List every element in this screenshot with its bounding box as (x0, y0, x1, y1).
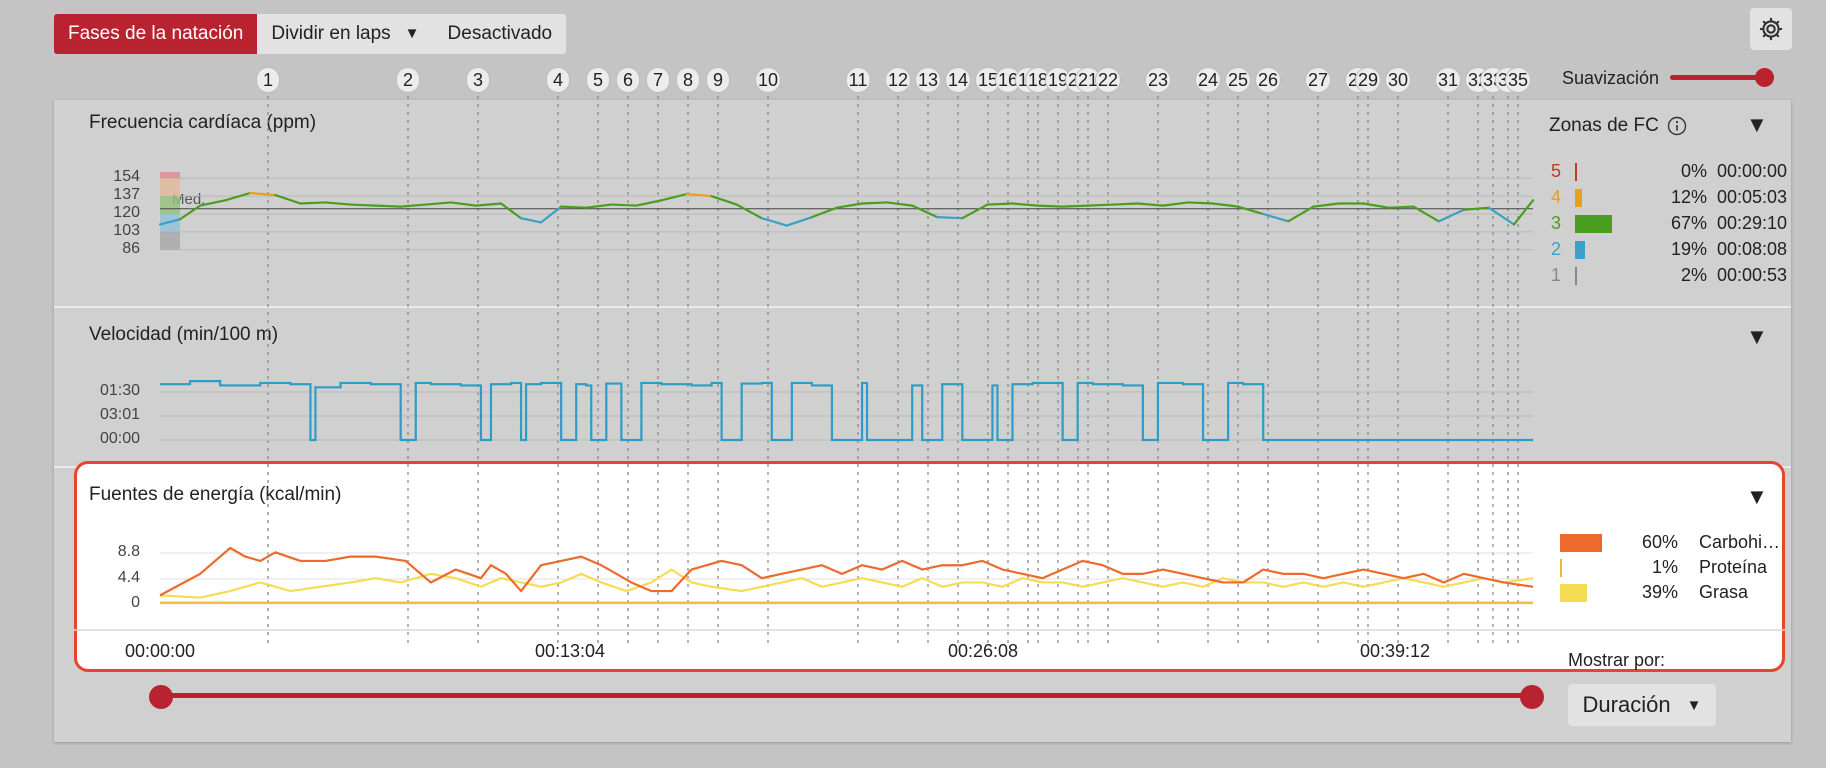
hr-line-segment (474, 202, 503, 207)
range-start-handle[interactable] (149, 685, 173, 709)
hr-line-segment (610, 203, 638, 207)
hr-line-segment (1161, 201, 1190, 207)
hr-line-segment (911, 204, 939, 219)
hr-line-segment (1387, 205, 1415, 209)
hr-line-segment (835, 202, 864, 209)
hr-line-segment (324, 201, 352, 206)
hr-line-segment (399, 203, 427, 208)
hr-zone-band (160, 172, 180, 179)
hr-line-segment (374, 204, 402, 208)
hr-line-segment (499, 202, 523, 220)
hr-zone-band (160, 178, 180, 197)
hr-line-segment (178, 204, 202, 221)
hr-line-segment (1036, 204, 1064, 208)
hr-line-segment (1262, 212, 1290, 223)
hr-line-segment (1136, 202, 1165, 207)
hr-line-segment (760, 217, 788, 227)
show-by-value: Duración (1582, 692, 1671, 717)
range-end-handle[interactable] (1520, 685, 1544, 709)
hr-line-segment (936, 216, 964, 220)
hr-line-segment (224, 191, 252, 202)
hr-line-segment (1061, 204, 1089, 208)
hr-line-segment (1211, 202, 1240, 208)
hr-line-segment (560, 205, 588, 209)
hr-line-segment (1437, 208, 1465, 223)
charts-canvas (74, 96, 1785, 645)
hr-line-segment (710, 195, 738, 206)
hr-zone-band (160, 196, 180, 214)
hr-line-segment (785, 216, 813, 227)
energy-series-line (159, 568, 1534, 599)
hr-line-segment (986, 202, 1014, 206)
hr-line-segment (1362, 202, 1390, 209)
hr-line-segment (349, 203, 377, 207)
hr-line-segment (1011, 202, 1039, 207)
hr-line-segment (519, 217, 543, 224)
hr-line-segment (1312, 202, 1340, 208)
hr-line-segment (660, 192, 688, 202)
hr-line-segment (1086, 203, 1114, 207)
hr-line-segment (585, 203, 613, 209)
hr-line-segment (886, 201, 914, 207)
hr-line-segment (1512, 199, 1535, 226)
energy-series-line (159, 546, 1534, 597)
speed-series-line (160, 380, 1533, 442)
hr-line-segment (1237, 205, 1265, 216)
show-by-dropdown[interactable]: Duración ▼ (1568, 684, 1716, 726)
hr-line-segment (299, 201, 327, 205)
hr-zone-band (160, 231, 180, 250)
hr-line-segment (961, 203, 989, 220)
hr-line-segment (249, 191, 277, 197)
hr-line-segment (1186, 201, 1215, 205)
hr-line-segment (424, 201, 452, 206)
dropdown-arrow-icon: ▼ (1686, 696, 1702, 714)
hr-line-segment (1462, 206, 1490, 211)
hr-line-segment (449, 201, 478, 207)
show-by-label: Mostrar por: (1568, 650, 1666, 670)
hr-line-segment (735, 203, 763, 220)
time-range-slider-track[interactable] (160, 693, 1532, 698)
hr-line-segment (860, 201, 889, 205)
hr-line-segment (199, 199, 227, 207)
hr-line-segment (1111, 202, 1139, 206)
